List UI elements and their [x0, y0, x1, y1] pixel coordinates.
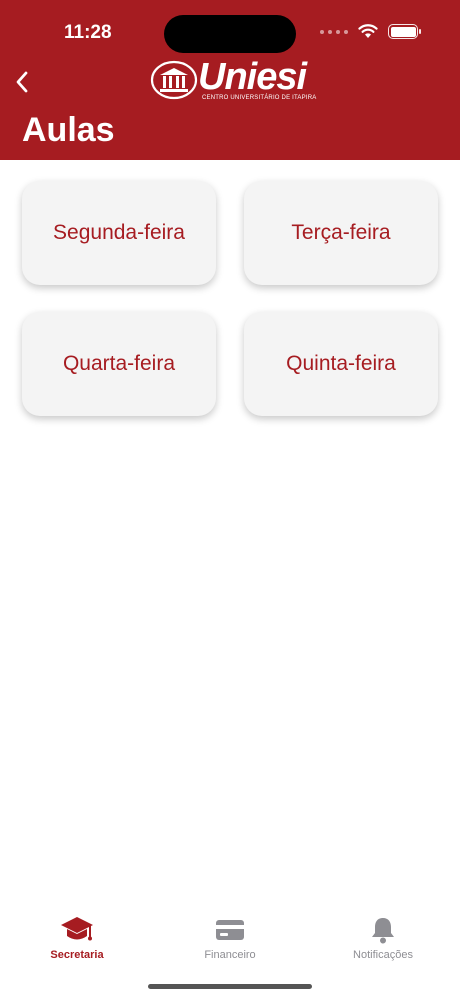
battery-icon [388, 24, 421, 39]
home-indicator [148, 984, 312, 989]
tab-label-secretaria: Secretaria [50, 949, 104, 961]
status-icons [320, 24, 421, 39]
day-card-quinta[interactable]: Quinta-feira [244, 312, 438, 416]
tab-financeiro[interactable]: Financeiro [170, 915, 290, 961]
day-card-terca[interactable]: Terça-feira [244, 181, 438, 285]
signal-icon [320, 29, 348, 34]
tab-notificacoes[interactable]: Notificações [323, 915, 443, 961]
uniesi-logo: Uniesi CENTRO UNIVERSITÁRIO DE ITAPIRA [150, 56, 320, 106]
dynamic-island [164, 15, 296, 53]
wifi-icon [358, 24, 378, 38]
logo-subtitle: CENTRO UNIVERSITÁRIO DE ITAPIRA [202, 95, 317, 101]
day-card-quarta[interactable]: Quarta-feira [22, 312, 216, 416]
logo-wordmark: Uniesi [198, 56, 307, 98]
tab-label-financeiro: Financeiro [204, 949, 256, 961]
app-header: 11:28 Uniesi CENTRO UNIVERSITÁRIO DE ITA… [0, 0, 460, 160]
chevron-left-icon [16, 71, 28, 93]
bell-icon [372, 918, 394, 944]
graduation-cap-icon [61, 917, 93, 941]
tab-label-notificacoes: Notificações [353, 949, 413, 961]
logo-emblem-icon [150, 60, 198, 100]
status-time: 11:28 [64, 22, 112, 43]
page-title: Aulas [22, 111, 115, 149]
credit-card-icon [216, 920, 244, 940]
back-button[interactable] [10, 66, 34, 98]
day-card-segunda[interactable]: Segunda-feira [22, 181, 216, 285]
tab-secretaria[interactable]: Secretaria [17, 915, 137, 961]
